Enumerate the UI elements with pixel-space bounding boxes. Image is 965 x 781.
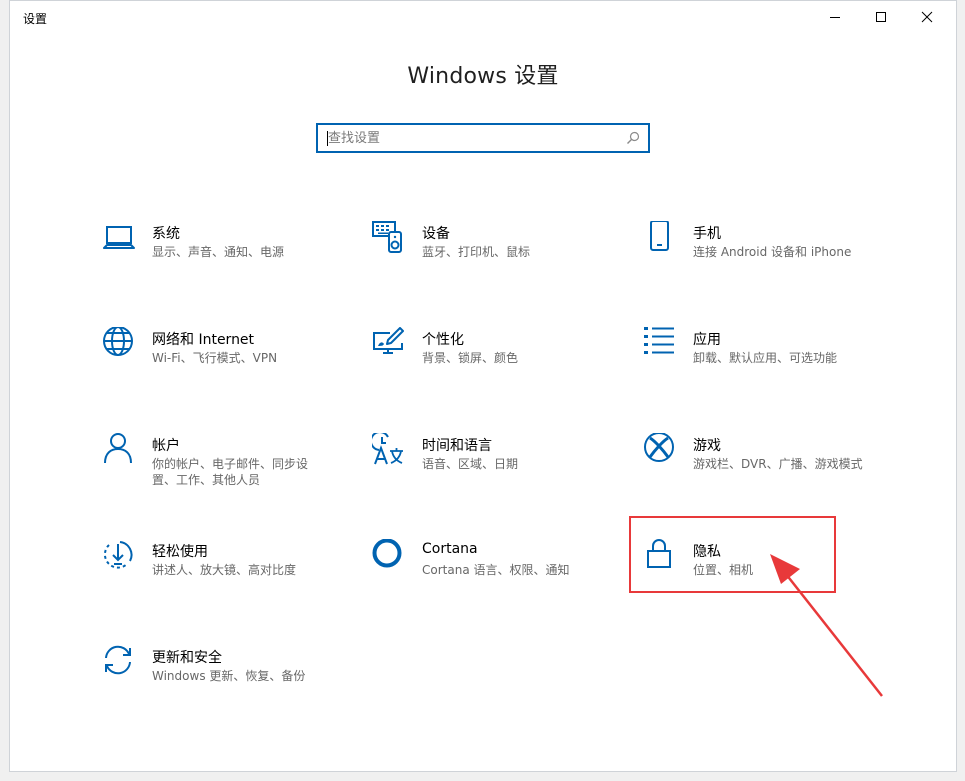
tile-label: 手机 — [693, 226, 721, 242]
phone-icon — [643, 221, 677, 255]
tile-label: 时间和语言 — [422, 438, 492, 454]
window-title: 设置 — [23, 12, 48, 26]
tile-description: 显示、声音、通知、电源 — [152, 245, 285, 259]
tile-apps[interactable]: 应用 卸载、默认应用、可选功能 — [643, 327, 883, 387]
tile-description: 背景、锁屏、颜色 — [422, 351, 519, 365]
tile-description: 蓝牙、打印机、鼠标 — [422, 245, 531, 259]
settings-window: 设置 Windows 设置 系统 显示、声音、通知、电源 设备 蓝牙、打印机 — [9, 0, 957, 772]
search-input[interactable] — [318, 125, 618, 151]
minimize-button[interactable] — [812, 1, 858, 33]
tile-description: 卸载、默认应用、可选功能 — [693, 351, 838, 365]
tile-time-language[interactable]: 时间和语言 语音、区域、日期 — [372, 433, 612, 493]
maximize-icon — [876, 12, 886, 22]
tile-personalization[interactable]: 个性化 背景、锁屏、颜色 — [372, 327, 612, 387]
tile-label: 应用 — [693, 332, 721, 348]
person-icon — [102, 433, 136, 467]
search-box[interactable] — [316, 123, 650, 153]
globe-icon — [102, 327, 136, 361]
tile-description: Windows 更新、恢复、备份 — [152, 669, 306, 683]
tile-label: Cortana — [422, 541, 478, 557]
close-button[interactable] — [904, 1, 950, 33]
sync-icon — [102, 645, 136, 679]
title-bar[interactable]: 设置 — [10, 1, 956, 33]
tile-description: 讲述人、放大镜、高对比度 — [152, 563, 297, 577]
tile-label: 设备 — [422, 226, 450, 242]
tile-label: 系统 — [152, 226, 180, 242]
tile-devices[interactable]: 设备 蓝牙、打印机、鼠标 — [372, 221, 612, 281]
tile-description: 你的帐户、电子邮件、同步设置、工作、其他人员 — [152, 457, 309, 487]
tile-label: 网络和 Internet — [152, 332, 255, 348]
xbox-icon — [643, 433, 677, 467]
tile-description: 语音、区域、日期 — [422, 457, 519, 471]
devices-icon — [372, 221, 406, 255]
text-caret — [327, 131, 328, 146]
laptop-icon — [102, 221, 136, 255]
tile-label: 帐户 — [152, 438, 180, 454]
apps-list-icon — [643, 327, 677, 361]
tile-description: 游戏栏、DVR、广播、游戏模式 — [693, 457, 863, 471]
tile-label: 更新和安全 — [152, 650, 222, 666]
tile-gaming[interactable]: 游戏 游戏栏、DVR、广播、游戏模式 — [643, 433, 883, 493]
annotation-arrow-icon — [770, 554, 883, 697]
desktop-strip — [0, 772, 965, 781]
tile-label: 游戏 — [693, 438, 721, 454]
tile-label: 个性化 — [422, 332, 464, 348]
tile-description: Wi-Fi、飞行模式、VPN — [152, 351, 278, 365]
tile-system[interactable]: 系统 显示、声音、通知、电源 — [102, 221, 342, 281]
tile-phone[interactable]: 手机 连接 Android 设备和 iPhone — [643, 221, 883, 281]
cortana-icon — [372, 539, 406, 573]
tile-description: 连接 Android 设备和 iPhone — [693, 245, 852, 259]
maximize-button[interactable] — [858, 1, 904, 33]
tile-ease-of-access[interactable]: 轻松使用 讲述人、放大镜、高对比度 — [102, 539, 342, 599]
tile-accounts[interactable]: 帐户 你的帐户、电子邮件、同步设置、工作、其他人员 — [102, 433, 342, 493]
tile-cortana[interactable]: Cortana Cortana 语言、权限、通知 — [372, 539, 612, 599]
tile-update-security[interactable]: 更新和安全 Windows 更新、恢复、备份 — [102, 645, 342, 705]
search-icon[interactable] — [626, 131, 640, 145]
time-language-icon — [372, 433, 406, 467]
tile-description: Cortana 语言、权限、通知 — [422, 563, 570, 577]
page-title: Windows 设置 — [407, 64, 559, 89]
ease-of-access-icon — [102, 539, 136, 573]
paint-monitor-icon — [372, 327, 406, 361]
close-icon — [921, 11, 933, 23]
tile-network[interactable]: 网络和 Internet Wi-Fi、飞行模式、VPN — [102, 327, 342, 387]
minimize-icon — [830, 17, 840, 18]
tile-label: 轻松使用 — [152, 544, 208, 560]
